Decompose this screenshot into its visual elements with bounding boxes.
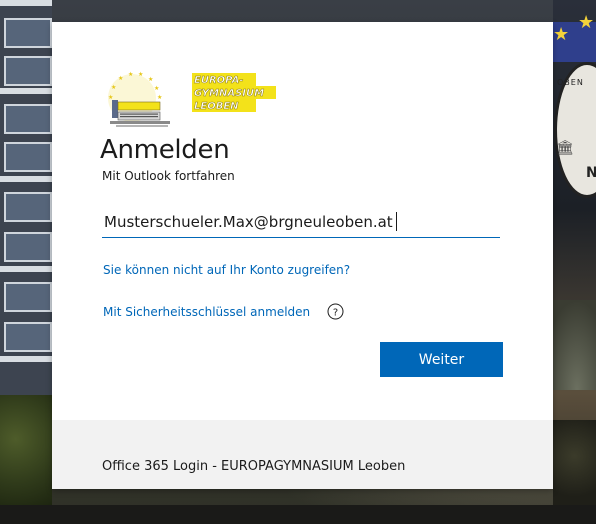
building-window [4, 192, 52, 222]
building-band [0, 356, 52, 362]
text-caret [396, 212, 397, 231]
building-band [0, 0, 52, 6]
building-band [0, 176, 52, 182]
background-mountain [553, 300, 596, 390]
logo-wordmark: EUROPA- GYMNASIUM LEOBEN [192, 73, 276, 112]
svg-text:★: ★ [128, 71, 133, 78]
building-window [4, 282, 52, 312]
building-window [4, 18, 52, 48]
svg-text:★: ★ [157, 94, 162, 101]
building-window [4, 142, 52, 172]
building-window [4, 232, 52, 262]
svg-text:★: ★ [154, 85, 159, 92]
next-button[interactable]: Weiter [380, 342, 503, 377]
building-band [0, 266, 52, 272]
logo-text-line3: LEOBEN [194, 101, 239, 112]
svg-text:★: ★ [111, 84, 116, 91]
background-ground [0, 505, 596, 524]
svg-text:?: ? [333, 308, 338, 319]
background-sign-letter: N [586, 165, 596, 181]
star-icon: ★ [578, 12, 595, 33]
question-circle-icon[interactable]: ? [327, 303, 344, 320]
europa-gymnasium-logo: ★★ ★ ★★ ★ ★ ★ EUROPA- GYMNASIUM LEOBEN [108, 71, 276, 127]
footer-text: Office 365 Login - EUROPAGYMNASIUM Leobe… [102, 459, 406, 474]
svg-text:★: ★ [108, 94, 113, 101]
page-title: Anmelden [100, 135, 230, 165]
page-subtitle: Mit Outlook fortfahren [102, 169, 235, 183]
building-window [4, 56, 52, 86]
logo-emblem: ★★ ★ ★★ ★ ★ ★ [108, 71, 170, 127]
building-window [4, 322, 52, 352]
museum-icon: 🏛 [556, 140, 574, 156]
svg-text:★: ★ [148, 76, 153, 83]
logo-text-line1: EUROPA- [194, 75, 243, 86]
background-sign-text: OBEN [557, 78, 584, 87]
email-field[interactable] [102, 206, 500, 238]
cannot-access-account-link[interactable]: Sie können nicht auf Ihr Konto zugreifen… [103, 262, 350, 278]
security-key-signin-link[interactable]: Mit Sicherheitsschlüssel anmelden [103, 304, 310, 320]
building-window [4, 104, 52, 134]
background-trees [0, 395, 52, 505]
background-trees-right [553, 420, 596, 510]
svg-text:★: ★ [138, 71, 143, 78]
star-icon: ★ [553, 24, 570, 45]
signin-dialog: ★ ★ ★ ★ ★ ★ ★ ★ EUROPA- GYMNASIUM LEOBEN Anme… [52, 22, 553, 489]
logo-text-line2: GYMNASIUM [194, 88, 264, 99]
footer-banner: Office 365 Login - EUROPAGYMNASIUM Leobe… [52, 420, 553, 489]
building-band [0, 88, 52, 94]
svg-text:★: ★ [118, 75, 123, 82]
